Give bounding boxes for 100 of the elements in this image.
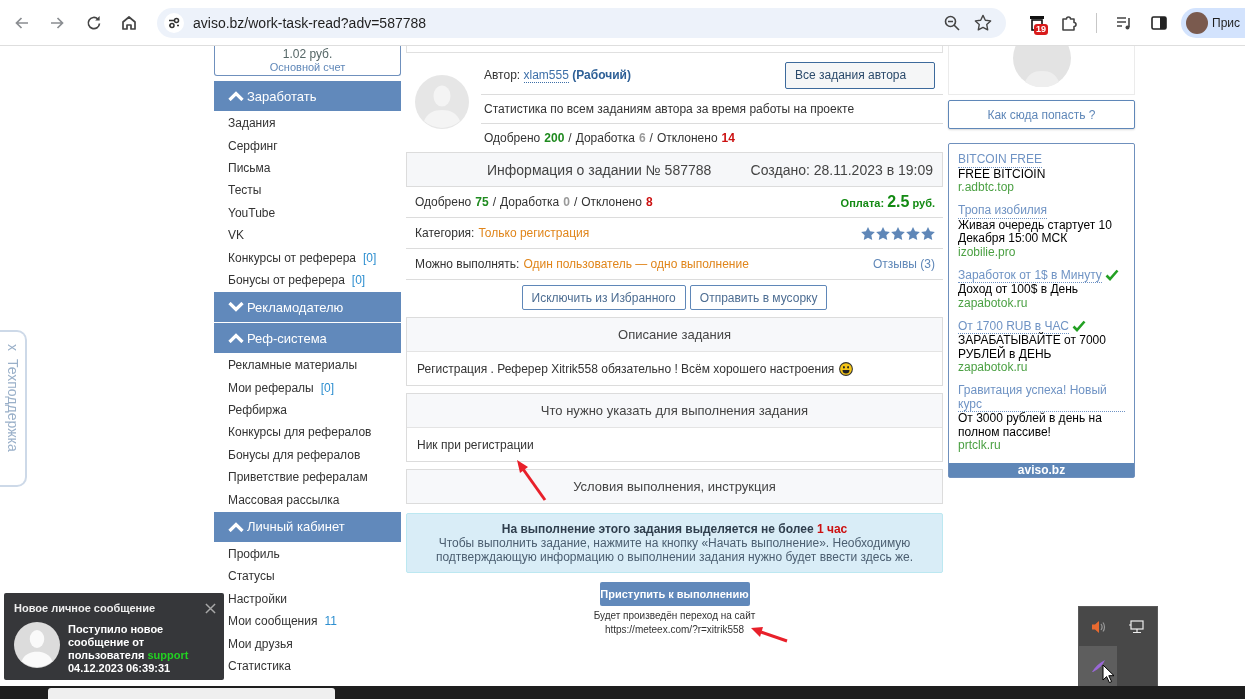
close-icon[interactable] (205, 602, 216, 614)
notification-message: Поступило новое сообщение от пользователя support (68, 623, 190, 662)
ad-domain: prtclk.ru (958, 439, 1002, 453)
notification-time: 04.12.2023 06:39:31 (68, 662, 172, 675)
stat-label: Одобрено (415, 195, 472, 209)
menu-item[interactable]: VK (228, 228, 244, 243)
ad-domain: zapabotok.ru (958, 361, 1028, 375)
menu-item-count: 11 (324, 614, 337, 629)
star-icon (876, 226, 890, 240)
star-icon (891, 226, 905, 240)
menu-item[interactable]: Мои друзья (228, 636, 293, 651)
stat-value: 6 (638, 131, 646, 145)
taskbar-search-field[interactable] (48, 688, 335, 699)
panel-title: Условия выполнения, инструкция (407, 470, 942, 503)
zoom-out-icon[interactable] (943, 13, 961, 32)
execution-limit-label: Можно выполнять: (415, 257, 520, 271)
menu-section-header[interactable]: Рекламодателю (214, 292, 401, 323)
speaker-icon[interactable] (1090, 618, 1106, 635)
home-icon[interactable] (120, 13, 138, 32)
redirect-note: Будет произведён переход на сайт (593, 609, 756, 623)
side-panel-icon[interactable] (1150, 13, 1168, 32)
menu-item[interactable]: Рекламные материалы (228, 358, 358, 373)
panel-text: Регистрация . Реферер Xitrik558 обязательно ! Всём хорошего настроения (417, 361, 835, 376)
menu-item-count: [0] (363, 250, 377, 265)
remove-from-favorites-button[interactable]: Исключить из Избранного (521, 285, 686, 310)
menu-item[interactable]: Мои сообщения (228, 614, 318, 629)
stat-value: 0 (563, 195, 570, 209)
menu-item[interactable]: Бонусы для рефералов (228, 447, 361, 462)
sender-link[interactable]: support (147, 649, 189, 661)
balance-label[interactable]: Основной счет (269, 60, 346, 74)
ad-block-footer: aviso.bz (949, 462, 1134, 477)
menu-section-header[interactable]: Заработать (214, 81, 401, 111)
category-label: Категория: (415, 226, 475, 240)
menu-section-header[interactable]: Личный кабинет (214, 511, 401, 542)
menu-item[interactable]: Серфинг (228, 138, 278, 153)
menu-item[interactable]: Рефбиржа (228, 403, 287, 418)
puzzle-icon[interactable] (1060, 13, 1078, 32)
annotation-arrow (517, 460, 547, 501)
task-created-date: Создано: 28.11.2023 в 19:09 (750, 161, 933, 178)
star-icon (861, 226, 875, 240)
menu-item[interactable]: Мои рефералы (228, 380, 314, 395)
star-icon (906, 226, 920, 240)
stat-value: 8 (645, 195, 653, 209)
stat-label: Отклонено (581, 195, 642, 209)
avatar-placeholder (415, 75, 469, 129)
stat-label: Одобрено (484, 131, 541, 145)
menu-item[interactable]: Приветствие рефералам (228, 470, 368, 485)
network-icon[interactable] (1128, 618, 1144, 635)
notification-badge: 19 (1034, 23, 1048, 35)
menu-item-count: [0] (320, 380, 335, 395)
menu-item[interactable]: Массовая рассылка (228, 492, 340, 507)
stat-label: Доработка (500, 195, 560, 209)
reviews-link[interactable]: Отзывы (3) (873, 257, 935, 271)
send-to-trash-button[interactable]: Отправить в мусорку (689, 285, 828, 310)
ad-domain: r.adbtc.top (958, 181, 1016, 195)
menu-item[interactable]: Бонусы от реферера (228, 272, 345, 287)
alert-title: На выполнение этого задания выделяется не более 1 час (500, 522, 849, 536)
stat-value: 75 (475, 195, 489, 209)
task-info-title: Информация о задании № 587788 (487, 161, 712, 178)
ad-domain: izobilie.pro (958, 245, 1017, 259)
menu-item[interactable]: Задания (228, 116, 276, 131)
balance-amount: 1.02 руб. (282, 47, 333, 61)
menu-item[interactable]: Письма (228, 160, 271, 175)
notification-title: Новое личное сообщение (14, 602, 156, 614)
author-link[interactable]: xlam555 (523, 68, 569, 83)
stat-separator: / (568, 131, 572, 145)
menu-item-count: [0] (351, 272, 366, 287)
cursor-icon (1102, 664, 1114, 683)
menu-item[interactable]: Профиль (228, 547, 280, 562)
stat-separator: / (492, 195, 496, 209)
panel-title: Описание задания (407, 318, 942, 351)
author-line: Автор: xlam555 (Рабочий) (484, 68, 631, 82)
start-task-button[interactable]: Приступить к выполнению (599, 582, 750, 606)
menu-item[interactable]: Настройки (228, 591, 287, 606)
menu-item[interactable]: Конкурсы от реферера (228, 250, 356, 265)
menu-item[interactable]: Статистика (228, 659, 292, 673)
tray-tile[interactable] (1079, 646, 1117, 686)
avatar-placeholder (1186, 11, 1208, 34)
menu-item[interactable]: YouTube (228, 205, 276, 220)
star-icon[interactable] (974, 13, 992, 32)
menu-section-header[interactable]: Реф-система (214, 323, 401, 354)
stat-label: Доработка (575, 131, 635, 145)
stat-separator: / (573, 195, 578, 209)
redirect-url: https://meteex.com/?r=xitrik558 (604, 623, 745, 637)
address-bar[interactable]: aviso.bz/work-task-read?adv=587788 (157, 7, 1006, 38)
how-to-get-here-button[interactable]: Как сюда попасть ? (948, 100, 1135, 129)
ad-text: От 3000 рублей в день на полном пассиве! (958, 412, 1103, 439)
feather-icon (1090, 658, 1106, 674)
menu-item[interactable]: Тесты (228, 183, 262, 198)
all-author-tasks-button[interactable]: Все задания автора (785, 61, 935, 89)
menu-item[interactable]: Конкурсы для рефералов (228, 425, 372, 440)
payment-amount: Оплата: 2.5 руб. (840, 193, 935, 211)
stat-label: Отклонено (656, 131, 718, 145)
menu-item[interactable]: Статусы (228, 569, 275, 584)
star-icon (921, 226, 935, 240)
ad-text: Живая очередь стартует 10 Декабря 15:00 МСК (958, 218, 1113, 246)
ad-text: Доход от 100$ в День (958, 283, 1080, 297)
reload-icon[interactable] (85, 13, 103, 32)
profile-button[interactable]: Прис (1181, 7, 1245, 38)
sliders-icon[interactable] (164, 12, 184, 33)
